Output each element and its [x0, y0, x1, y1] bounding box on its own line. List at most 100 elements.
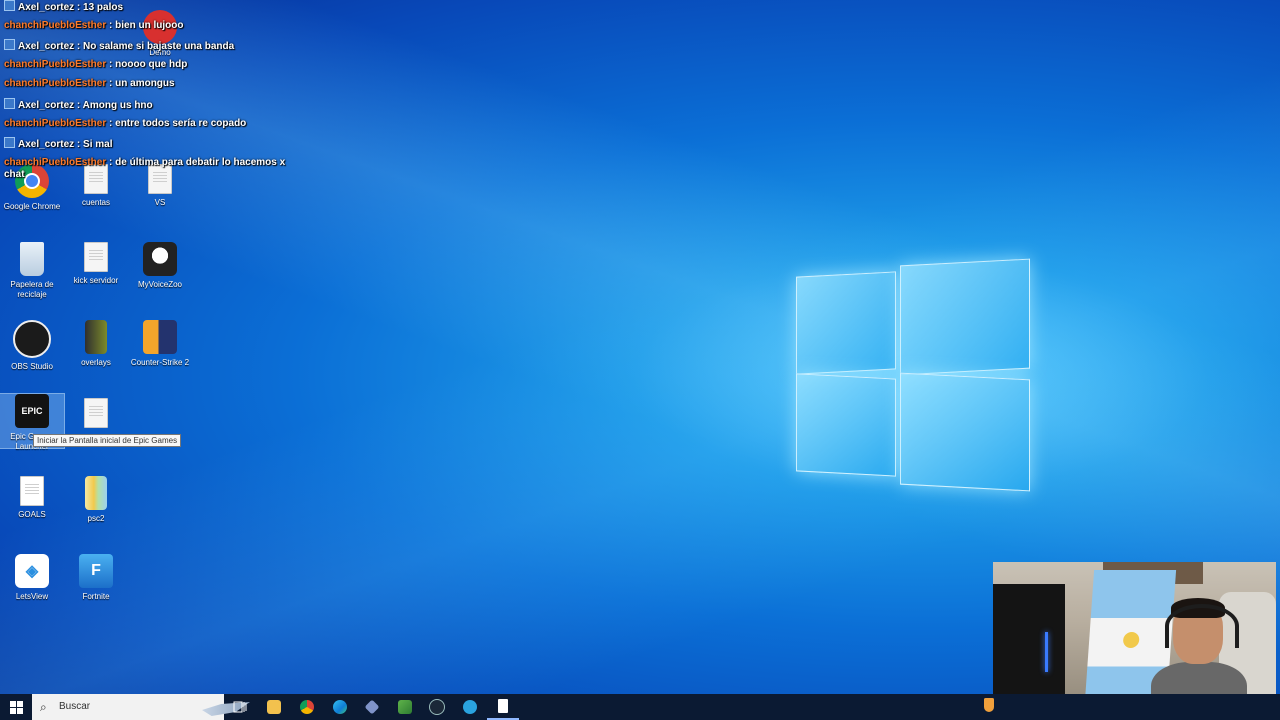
chat-message: chanchiPuebloEsther : bien un lujooo — [4, 20, 304, 40]
badge-icon — [4, 137, 15, 149]
desktop-icon-label: VS — [154, 198, 166, 207]
desktop-icon-label: Fortnite — [82, 592, 110, 601]
badge-icon — [4, 97, 15, 109]
desktop-icon-fortnite[interactable]: F Fortnite — [64, 554, 128, 602]
edge-icon — [333, 700, 347, 714]
chat-text: : No salame si bajaste una banda — [74, 41, 235, 53]
taskbar-steam[interactable] — [421, 694, 453, 720]
webcam-overlay — [993, 562, 1276, 716]
desktop-icon-psc2[interactable]: psc2 — [64, 476, 128, 524]
desktop-icon-obs-studio[interactable]: OBS Studio — [0, 320, 64, 372]
chat-message: chanchiPuebloEsther : entre todos sería … — [4, 118, 304, 138]
desktop-icon-kick-servidor[interactable]: kick servidor — [64, 242, 128, 286]
taskbar-chrome[interactable] — [291, 694, 323, 720]
logo-pane — [900, 258, 1030, 376]
chat-text: : un amongus — [106, 78, 175, 90]
recycle-bin-icon — [20, 242, 44, 276]
fortnite-icon: F — [79, 554, 113, 588]
chat-message: Axel_cortez : No salame si bajaste una b… — [4, 39, 304, 59]
taskbar-telegram[interactable] — [454, 694, 486, 720]
steam-icon — [429, 699, 445, 715]
logo-pane — [796, 271, 896, 375]
taskbar-app[interactable] — [356, 694, 388, 720]
desktop-icon-label: Papelera de reciclaje — [10, 280, 54, 299]
pdf-icon — [498, 699, 508, 713]
desktop-icon-label: Google Chrome — [3, 202, 61, 211]
desktop-icon-label: MyVoiceZoo — [137, 280, 183, 289]
chrome-icon — [300, 700, 314, 714]
desktop-icon-label: Counter-Strike 2 — [130, 358, 190, 367]
task-view-button[interactable] — [224, 694, 256, 720]
desktop-icon-label: LetsView — [15, 592, 49, 601]
chat-username: chanchiPuebloEsther — [4, 58, 107, 70]
app-icon — [364, 699, 380, 715]
desktop-icon-papelera[interactable]: Papelera de reciclaje — [0, 242, 64, 300]
taskbar-file-explorer[interactable] — [258, 694, 290, 720]
minecraft-icon — [398, 700, 412, 714]
chat-username: Axel_cortez — [18, 99, 75, 111]
tray-shield-icon[interactable] — [984, 698, 994, 712]
desktop-icon-letsview[interactable]: ◈ LetsView — [0, 554, 64, 602]
badge-icon — [4, 39, 15, 51]
chat-text: : noooo que hdp — [106, 58, 188, 70]
logo-pane — [900, 372, 1030, 492]
desktop-icon-myvoicezoo[interactable]: MyVoiceZoo — [128, 242, 192, 290]
search-placeholder: Buscar — [59, 701, 91, 712]
text-file-icon — [84, 242, 108, 272]
desktop-icon-label: psc2 — [87, 514, 105, 523]
chat-username: chanchiPuebloEsther — [4, 117, 107, 129]
text-file-icon — [84, 398, 108, 428]
obs-icon — [13, 320, 51, 358]
chat-text: : bien un lujooo — [106, 19, 184, 31]
chat-message: Axel_cortez : Si mal — [4, 137, 304, 157]
archive-icon — [85, 476, 107, 510]
chat-username: chanchiPuebloEsther — [4, 78, 107, 90]
letsview-icon: ◈ — [15, 554, 49, 588]
desktop-icon-counter-strike-2[interactable]: Counter-Strike 2 — [128, 320, 192, 368]
chat-username: Axel_cortez — [18, 41, 75, 53]
epic-games-icon: EPIC — [15, 394, 49, 428]
windows-start-icon — [9, 700, 23, 714]
search-icon: ⌕ — [40, 700, 47, 714]
chat-username: Axel_cortez — [18, 139, 75, 151]
chat-message: Axel_cortez : Among us hno — [4, 97, 304, 118]
chat-text: : 13 palos — [74, 2, 124, 13]
penguin-icon — [143, 242, 177, 276]
overlays-icon — [85, 320, 107, 354]
desktop-icon-label: kick servidor — [73, 276, 119, 285]
chat-username: Axel_cortez — [18, 2, 75, 13]
chat-message: chanchiPuebloEsther : de última para deb… — [4, 156, 294, 180]
taskbar-search-box[interactable]: ⌕ Buscar — [32, 694, 250, 720]
desktop-icon-label: cuentas — [81, 198, 111, 207]
chat-text: : Si mal — [74, 139, 113, 151]
windows-logo-wallpaper — [796, 256, 1030, 492]
chat-text: : entre todos sería re copado — [106, 117, 247, 129]
file-explorer-icon — [267, 700, 281, 714]
chat-username: chanchiPuebloEsther — [4, 156, 107, 168]
desktop-icon-file[interactable] — [64, 398, 128, 432]
counter-strike-icon — [143, 320, 177, 354]
blank-file-icon — [20, 476, 44, 506]
telegram-icon — [463, 700, 477, 714]
badge-icon — [4, 0, 15, 11]
chat-username: chanchiPuebloEsther — [4, 19, 107, 31]
taskbar-pdf[interactable] — [487, 694, 519, 720]
stream-chat-overlay: Axel_cortez : 13 palos chanchiPuebloEsth… — [4, 0, 304, 180]
logo-pane — [796, 373, 896, 477]
taskbar: ⌕ Buscar — [0, 694, 1280, 720]
task-view-icon — [233, 701, 247, 713]
taskbar-edge[interactable] — [324, 694, 356, 720]
headset-icon — [1165, 604, 1239, 648]
desktop-icon-label: GOALS — [18, 510, 46, 519]
chat-message: Axel_cortez : 13 palos — [4, 0, 304, 20]
desktop-icon-label: OBS Studio — [11, 362, 53, 371]
desktop-icon-label: overlays — [81, 358, 111, 367]
desktop-icon-overlays[interactable]: overlays — [64, 320, 128, 368]
taskbar-minecraft[interactable] — [389, 694, 421, 720]
tooltip: Iniciar la Pantalla inicial de Epic Game… — [33, 434, 182, 447]
chat-message: chanchiPuebloEsther : un amongus — [4, 78, 304, 98]
chat-message: chanchiPuebloEsther : noooo que hdp — [4, 59, 304, 79]
chat-text: : Among us hno — [74, 99, 153, 111]
desktop-icon-goals[interactable]: GOALS — [0, 476, 64, 520]
start-button[interactable] — [0, 694, 32, 720]
